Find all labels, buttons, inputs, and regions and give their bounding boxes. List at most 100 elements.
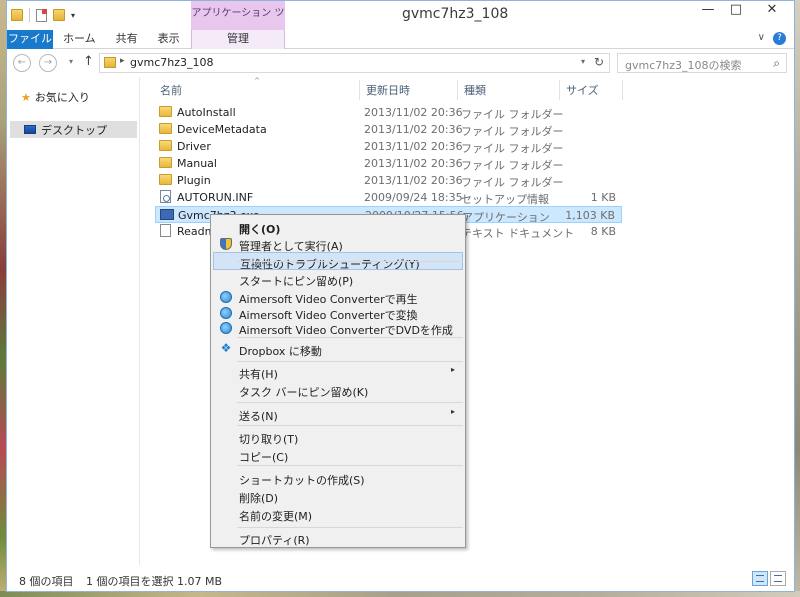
file-size: 8 KB: [590, 225, 616, 238]
new-folder-icon[interactable]: [53, 9, 65, 21]
large-icons-view-icon: [774, 575, 782, 582]
menu-item[interactable]: 切り取り(T): [213, 428, 463, 446]
uac-shield-icon: [220, 238, 232, 250]
maximize-button[interactable]: □: [722, 1, 750, 21]
tab-home[interactable]: ホーム: [53, 30, 106, 49]
nav-item-desktop[interactable]: デスクトップ: [10, 121, 137, 138]
properties-icon[interactable]: [36, 8, 47, 22]
details-view-icon: [756, 575, 764, 582]
column-divider[interactable]: [622, 80, 623, 100]
menu-item[interactable]: ❖ Dropbox に移動: [213, 340, 463, 358]
status-bar: 8 個の項目 1 個の項目を選択 1.07 MB: [7, 568, 794, 591]
forward-button[interactable]: →: [39, 54, 57, 72]
recent-locations-dropdown-icon[interactable]: ▾: [69, 57, 73, 66]
item-count: 8 個の項目: [19, 575, 74, 588]
file-row[interactable]: Manual 2013/11/02 20:36 ファイル フォルダー: [155, 155, 622, 172]
customize-qat-dropdown-icon[interactable]: ▾: [71, 11, 75, 20]
column-header-date[interactable]: 更新日時: [366, 80, 410, 102]
menu-item[interactable]: ショートカットの作成(S): [213, 469, 463, 487]
menu-item-label: Dropbox に移動: [239, 345, 322, 358]
refresh-icon[interactable]: ↻: [594, 55, 604, 69]
menu-separator: [237, 361, 463, 362]
address-bar[interactable]: ▸ gvmc7hz3_108 ▾ ↻: [99, 53, 610, 73]
submenu-arrow-icon: ▸: [450, 407, 455, 416]
tab-share[interactable]: 共有: [106, 30, 148, 49]
up-button[interactable]: ↑: [83, 54, 94, 69]
file-type: ファイル フォルダー: [461, 125, 564, 138]
ribbon-tabs: ファイル ホーム 共有 表示 管理 ∨ ?: [7, 30, 794, 49]
nav-item-label: お気に入り: [34, 91, 90, 104]
expand-ribbon-icon[interactable]: ∨: [758, 32, 765, 45]
column-divider[interactable]: [559, 80, 560, 100]
tab-manage[interactable]: 管理: [191, 30, 285, 49]
file-row[interactable]: Driver 2013/11/02 20:36 ファイル フォルダー: [155, 138, 622, 155]
file-date: 2013/11/02 20:36: [364, 140, 463, 153]
menu-item[interactable]: 開く(O): [213, 218, 463, 236]
menu-item-label: スタートにピン留め(P): [239, 275, 354, 288]
large-icons-view-button[interactable]: [770, 571, 786, 586]
menu-item-label: Aimersoft Video ConverterでDVDを作成: [239, 324, 453, 337]
menu-separator: [237, 261, 463, 262]
dropbox-icon: ❖: [220, 341, 232, 355]
menu-item[interactable]: 送る(N) ▸: [213, 405, 463, 423]
column-header-size[interactable]: サイズ: [566, 80, 599, 102]
file-type: ファイル フォルダー: [461, 142, 564, 155]
title-bar: ▾ アプリケーション ツール gvmc7hz3_108 — □ ✕: [7, 1, 794, 45]
application-icon: [160, 209, 174, 220]
file-type: テキスト ドキュメント: [461, 227, 575, 240]
context-menu: 開く(O) 管理者として実行(A) 互換性のトラブルシューティング(Y) スタートにピ…: [210, 214, 466, 548]
folder-icon: [159, 140, 172, 151]
breadcrumb-path[interactable]: gvmc7hz3_108: [130, 56, 214, 69]
menu-item[interactable]: Aimersoft Video ConverterでDVDを作成: [213, 319, 463, 337]
menu-item[interactable]: スタートにピン留め(P): [213, 270, 463, 288]
file-type: セットアップ情報: [461, 193, 549, 206]
details-view-button[interactable]: [752, 571, 768, 586]
tab-view[interactable]: 表示: [148, 30, 190, 49]
menu-item[interactable]: コピー(C): [213, 446, 463, 464]
menu-item[interactable]: プロパティ(R): [213, 529, 463, 547]
address-dropdown-icon[interactable]: ▾: [581, 57, 585, 66]
nav-item-favorites[interactable]: ★ お気に入り: [21, 89, 90, 105]
tab-file[interactable]: ファイル: [7, 30, 53, 49]
folder-icon: [159, 106, 172, 117]
menu-item[interactable]: 管理者として実行(A): [213, 235, 463, 253]
file-row[interactable]: AutoInstall 2013/11/02 20:36 ファイル フォルダー: [155, 104, 622, 121]
file-row[interactable]: Plugin 2013/11/02 20:36 ファイル フォルダー: [155, 172, 622, 189]
menu-item-label: コピー(C): [239, 451, 289, 464]
file-type: ファイル フォルダー: [461, 176, 564, 189]
file-size: 1,103 KB: [565, 209, 615, 222]
column-divider[interactable]: [457, 80, 458, 100]
file-type: ファイル フォルダー: [461, 159, 564, 172]
text-document-icon: [160, 224, 171, 237]
file-row[interactable]: AUTORUN.INF 2009/09/24 18:35 セットアップ情報 1 KB: [155, 189, 622, 206]
menu-item-label: 削除(D): [239, 492, 279, 505]
file-row[interactable]: DeviceMetadata 2013/11/02 20:36 ファイル フォルダー: [155, 121, 622, 138]
column-header-name[interactable]: 名前: [160, 80, 182, 102]
menu-item[interactable]: 共有(H) ▸: [213, 363, 463, 381]
menu-item[interactable]: 削除(D): [213, 487, 463, 505]
submenu-arrow-icon: ▸: [450, 365, 455, 374]
folder-icon: [159, 174, 172, 185]
column-divider[interactable]: [359, 80, 360, 100]
menu-item[interactable]: 名前の変更(M): [213, 505, 463, 523]
favorites-star-icon: ★: [21, 90, 31, 104]
menu-separator: [237, 425, 463, 426]
menu-item[interactable]: タスク バーにピン留め(K): [213, 381, 463, 399]
file-size: 1 KB: [590, 191, 616, 204]
navigation-bar: ← → ▾ ↑ ▸ gvmc7hz3_108 ▾ ↻ gvmc7hz3_108の…: [7, 50, 794, 76]
minimize-button[interactable]: —: [694, 1, 722, 21]
help-icon[interactable]: ?: [773, 32, 786, 45]
close-button[interactable]: ✕: [750, 1, 794, 21]
file-date: 2009/09/24 18:35: [364, 191, 463, 204]
search-icon[interactable]: ⌕: [773, 56, 780, 71]
menu-item-label: ショートカットの作成(S): [239, 474, 365, 487]
search-placeholder: gvmc7hz3_108の検索: [625, 59, 742, 72]
setup-info-icon: [160, 190, 171, 203]
column-header-label: 名前: [160, 84, 182, 97]
file-name: AUTORUN.INF: [177, 191, 254, 204]
search-box[interactable]: gvmc7hz3_108の検索 ⌕: [617, 53, 787, 73]
column-header-type[interactable]: 種類: [464, 80, 486, 102]
back-button[interactable]: ←: [13, 54, 31, 72]
file-type: ファイル フォルダー: [461, 108, 564, 121]
breadcrumb-separator-icon[interactable]: ▸: [120, 56, 125, 66]
